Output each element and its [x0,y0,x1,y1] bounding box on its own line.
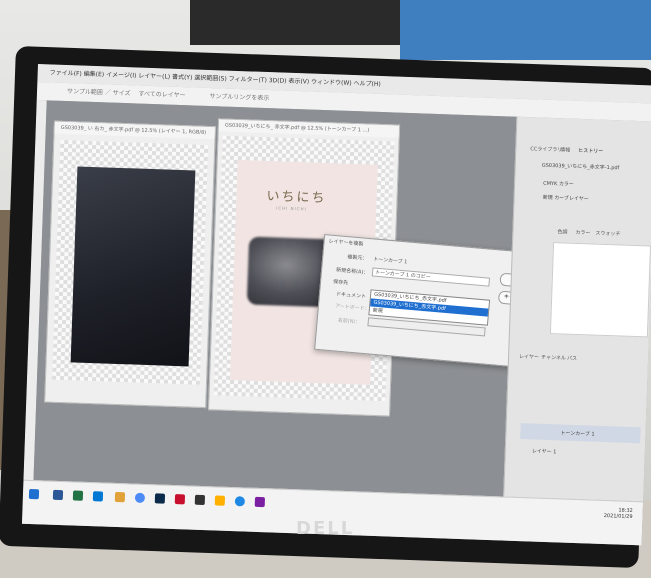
card-title: いちにち [266,189,327,207]
app-icon[interactable] [52,489,64,501]
layer-row-1[interactable]: レイヤー 1 [520,443,640,461]
duplicate-value: トーンカーブ 1 [372,256,408,266]
folder-icon[interactable] [114,491,126,503]
excel-icon[interactable] [72,490,84,501]
document-tab-1[interactable]: GS03039_ い 右カ_ 赤文字.pdf @ 12.5% (レイヤー 1, … [54,121,215,140]
system-clock[interactable]: 18:32 2021/01/29 [582,506,633,521]
panel-tab-channels[interactable]: チャンネル [541,354,566,362]
destination-label: 保存先 [332,279,349,287]
curves-graph[interactable] [549,242,651,338]
acrobat-icon[interactable] [174,494,186,505]
panel-tab-paths[interactable]: パス [567,355,577,362]
illustrator-icon[interactable] [214,495,226,506]
name-label: 名前(N)： [337,317,361,326]
history-item-2[interactable]: CMYK カラー [543,180,574,188]
history-item-3[interactable]: 新規 カーブレイヤー [543,194,589,203]
panel-tab-color[interactable]: カラー [575,229,590,237]
document-window-1[interactable]: GS03039_ い 右カ_ 赤文字.pdf @ 12.5% (レイヤー 1, … [44,120,216,409]
photoshop-icon[interactable] [154,493,166,504]
document-tab-2[interactable]: GS03039_いちにち_ 赤文字.pdf @ 12.5% (トーンカーブ 1 … [218,119,400,138]
brand-logo: DELL [296,518,355,539]
panel-tab-history[interactable]: ヒストリー [578,147,603,155]
chrome-icon[interactable] [134,492,146,503]
panel-tab-info[interactable]: 情報 [560,146,570,153]
card-subtitle: ICHI NICHI [276,205,307,212]
history-item-1[interactable]: GS03039_いちにち_赤文字-1.pdf [542,162,620,172]
app-icon-3[interactable] [254,496,266,508]
duplicate-label: 複製元： [347,254,368,262]
layer-row-curves[interactable]: トーンカーブ 1 [520,423,641,444]
monitor-screen: ファイル(F) 編集(E) イメージ(I) レイヤー(L) 書式(Y) 選択範囲… [21,64,651,546]
new-name-label: 新規名称(A)： [335,267,369,277]
dark-photo [70,166,196,367]
layer-name-1: レイヤー 1 [531,448,557,456]
artboard-label: アートボード： [334,303,370,313]
background-poster [400,0,651,60]
background-shelf [190,0,400,45]
canvas-area: GS03039_ い 右カ_ 赤文字.pdf @ 12.5% (レイヤー 1, … [33,100,548,497]
outlook-icon[interactable] [92,491,104,502]
dialog-title: レイヤーを複製 [328,238,364,248]
panel-tab-adjust[interactable]: 色調 [557,228,567,235]
windows-start-icon[interactable] [28,488,40,500]
panel-tab-layers[interactable]: レイヤー [519,353,539,361]
app-icon-2[interactable] [234,496,246,507]
document-label: ドキュメント [335,291,367,300]
clock-date: 2021/01/29 [603,513,633,521]
panel-tab-swatches[interactable]: スウォッチ [595,230,620,238]
right-panels: CCライブラリ 情報 ヒストリー GS03039_いちにち_赤文字-1.pdf … [503,116,651,502]
panel-tab-libraries[interactable]: CCライブラリ [530,145,562,153]
layer-name-curves: トーンカーブ 1 [560,430,595,438]
new-name-input[interactable]: トーンカーブ 1 のコピー [371,267,491,287]
adobe-icon[interactable] [194,494,206,506]
